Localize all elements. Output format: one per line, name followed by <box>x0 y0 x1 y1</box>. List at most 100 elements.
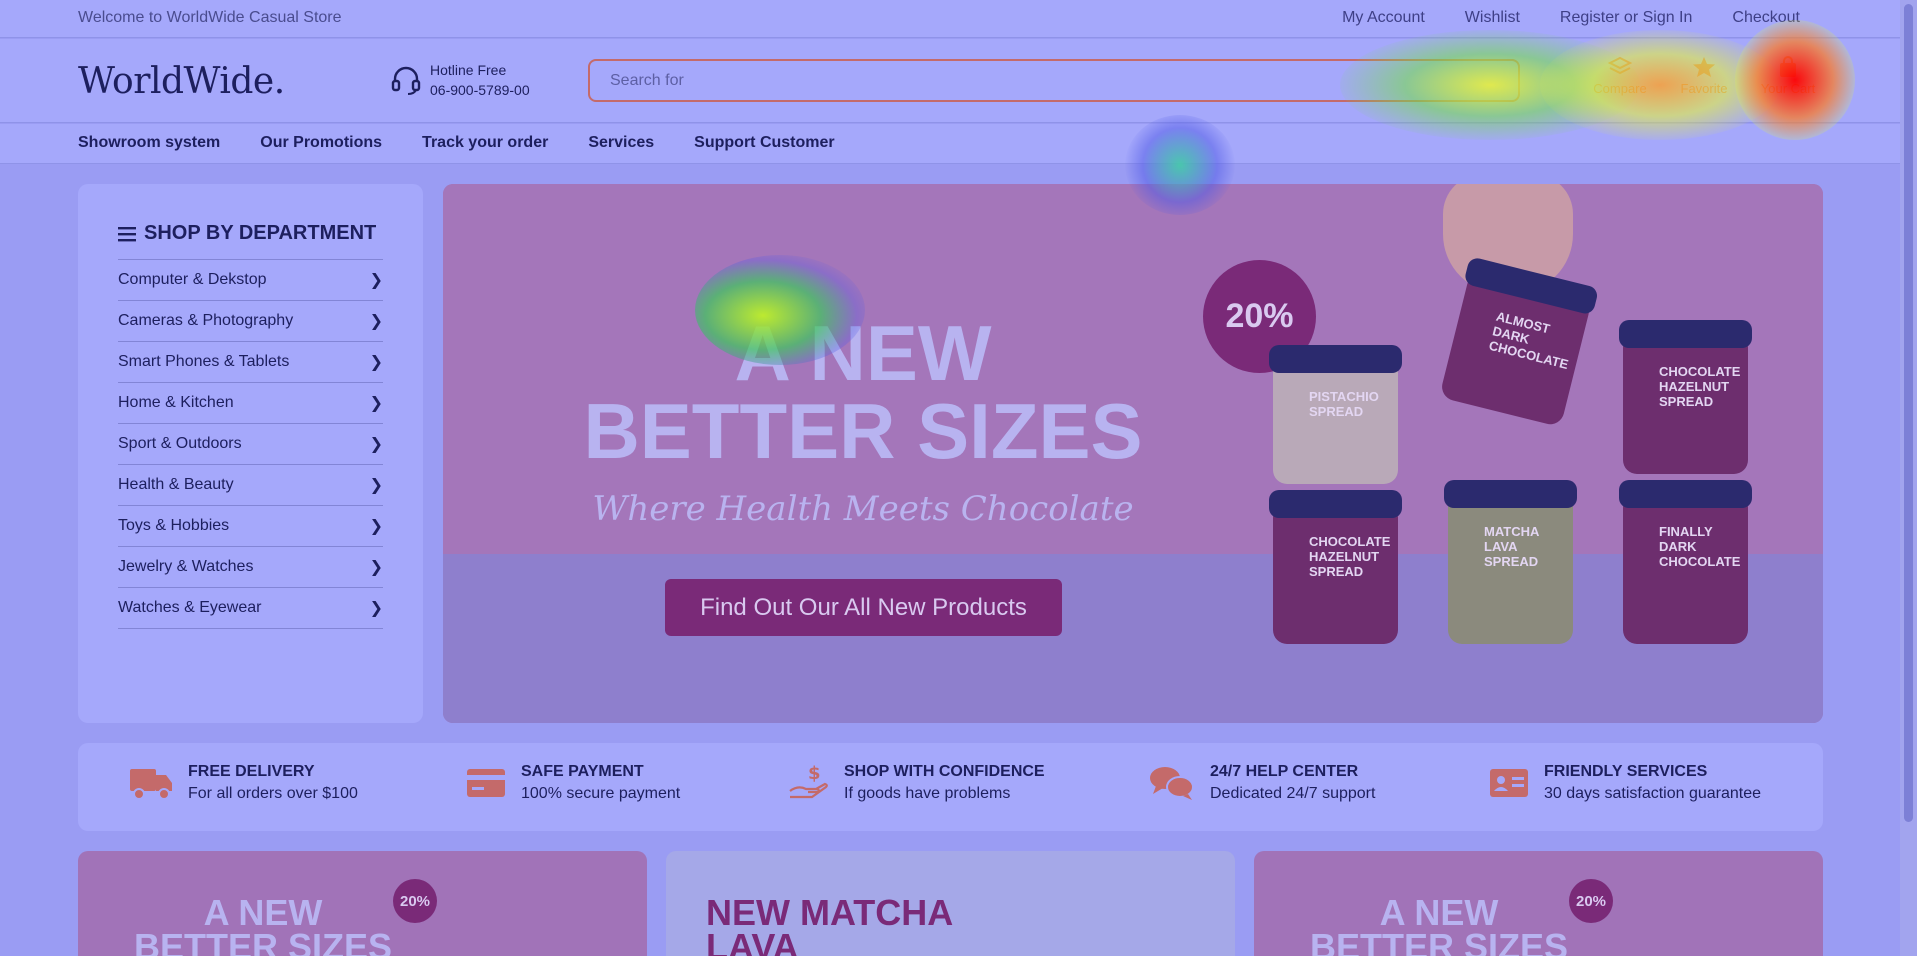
department-item-label: Home & Kitchen <box>118 394 234 411</box>
bag-icon <box>1780 56 1796 77</box>
department-title-text: SHOP BY DEPARTMENT <box>144 222 377 244</box>
department-item-label: Computer & Dekstop <box>118 271 267 288</box>
feature-item: SAFE PAYMENT 100% secure payment <box>465 763 680 803</box>
scrollbar-thumb[interactable] <box>1904 4 1913 822</box>
department-item-label: Toys & Hobbies <box>118 517 230 534</box>
department-item-label: Watches & Eyewear <box>118 599 262 616</box>
promo-badge: 20% <box>393 879 437 923</box>
star-icon <box>1693 57 1715 77</box>
logo[interactable]: WorldWide. <box>78 61 285 102</box>
nav-item-promotions[interactable]: Our Promotions <box>260 134 382 152</box>
promo-badge: 20% <box>1569 879 1613 923</box>
feature-desc: If goods have problems <box>844 785 1011 802</box>
department-item[interactable]: Smart Phones & Tablets ❯ <box>118 342 383 383</box>
nav-item-services[interactable]: Services <box>588 134 654 152</box>
page-scrollbar[interactable] <box>1900 0 1917 956</box>
department-item-label: Cameras & Photography <box>118 312 294 329</box>
feature-desc: Dedicated 24/7 support <box>1210 785 1376 802</box>
feature-title: 24/7 HELP CENTER <box>1210 763 1359 780</box>
promo-headline: NEW MATCHALAVA SPREAD <box>706 892 954 956</box>
hotline-label: Hotline Free <box>430 62 507 78</box>
department-item-label: Sport & Outdoors <box>118 435 242 452</box>
product-jar: CHOCOLATE HAZELNUT SPREAD <box>1619 320 1752 474</box>
department-item[interactable]: Computer & Dekstop ❯ <box>118 260 383 301</box>
hero-table <box>443 554 1823 723</box>
feature-item: 24/7 HELP CENTER Dedicated 24/7 support <box>1148 763 1375 803</box>
chevron-right-icon: ❯ <box>369 559 383 576</box>
department-list: Computer & Dekstop ❯ Cameras & Photograph… <box>118 260 383 629</box>
my-account-link[interactable]: My Account <box>1342 9 1425 27</box>
feature-title: SHOP WITH CONFIDENCE <box>844 763 1045 780</box>
chevron-right-icon: ❯ <box>369 477 383 494</box>
top-links: My Account Wishlist Register or Sign In … <box>1342 9 1800 27</box>
product-jar: PISTACHIO SPREAD <box>1269 345 1402 484</box>
department-item[interactable]: Sport & Outdoors ❯ <box>118 424 383 465</box>
promo-headline: A NEW BETTER SIZES <box>1309 892 1569 956</box>
department-item-label: Health & Beauty <box>118 476 234 493</box>
top-bar: Welcome to WorldWide Casual Store My Acc… <box>0 0 1900 38</box>
department-item[interactable]: Cameras & Photography ❯ <box>118 301 383 342</box>
credit-card-icon <box>467 769 505 797</box>
chevron-right-icon: ❯ <box>369 395 383 412</box>
department-item[interactable]: Health & Beauty ❯ <box>118 465 383 506</box>
cart-label: Your Cart <box>1760 81 1816 96</box>
svg-text:$: $ <box>808 763 821 784</box>
feature-title: FRIENDLY SERVICES <box>1544 763 1708 780</box>
id-card-icon <box>1490 769 1528 797</box>
hero-banner[interactable]: A NEW BETTER SIZES Where Health Meets Cho… <box>443 184 1823 723</box>
register-signin-link[interactable]: Register or Sign In <box>1560 9 1693 27</box>
feature-desc: For all orders over $100 <box>188 785 358 802</box>
promo-headline: A NEW BETTER SIZES <box>133 892 393 956</box>
headset-icon <box>391 66 421 95</box>
department-item[interactable]: Toys & Hobbies ❯ <box>118 506 383 547</box>
chevron-right-icon: ❯ <box>369 600 383 617</box>
chevron-right-icon: ❯ <box>369 518 383 535</box>
hotline-number[interactable]: 06-900-5789-00 <box>430 80 530 100</box>
chevron-right-icon: ❯ <box>369 354 383 371</box>
welcome-text: Welcome to WorldWide Casual Store <box>78 9 342 26</box>
hero-headline: A NEW BETTER SIZES <box>583 314 1143 470</box>
promo-card[interactable]: A NEW BETTER SIZES 20% <box>1254 851 1823 956</box>
favorite-button[interactable]: Favorite <box>1674 55 1734 96</box>
product-jar: CHOCOLATE HAZELNUT SPREAD <box>1269 490 1402 644</box>
chevron-right-icon: ❯ <box>369 313 383 330</box>
features-bar: FREE DELIVERY For all orders over $100 SA… <box>78 743 1823 831</box>
department-item[interactable]: Watches & Eyewear ❯ <box>118 588 383 629</box>
product-jar: MATCHA LAVA SPREAD <box>1444 480 1577 644</box>
department-item[interactable]: Home & Kitchen ❯ <box>118 383 383 424</box>
hotline: Hotline Free 06-900-5789-00 <box>390 60 530 100</box>
feature-item: FRIENDLY SERVICES 30 days satisfaction gu… <box>1488 763 1761 803</box>
hero-headline-line1: A NEW <box>734 309 992 397</box>
nav-item-support[interactable]: Support Customer <box>694 134 834 152</box>
main-nav: Showroom system Our Promotions Track you… <box>0 124 1900 164</box>
department-title: SHOP BY DEPARTMENT <box>118 222 383 260</box>
find-products-button[interactable]: Find Out Our All New Products <box>665 579 1062 636</box>
chat-bubbles-icon <box>1150 767 1194 800</box>
search-input[interactable] <box>590 61 1518 100</box>
truck-icon <box>130 769 172 800</box>
promo-card[interactable]: NEW MATCHALAVA SPREAD <box>666 851 1235 956</box>
feature-desc: 30 days satisfaction guarantee <box>1544 785 1762 802</box>
cart-button[interactable]: Your Cart <box>1758 55 1818 96</box>
compare-label: Compare <box>1593 81 1647 96</box>
compare-button[interactable]: Compare <box>1590 55 1650 96</box>
department-item[interactable]: Jewelry & Watches ❯ <box>118 547 383 588</box>
feature-item: FREE DELIVERY For all orders over $100 <box>128 763 358 803</box>
hero-subtitle: Where Health Meets Chocolate <box>592 489 1134 529</box>
layers-icon <box>1607 56 1633 75</box>
product-jar: FINALLY DARK CHOCOLATE <box>1619 480 1752 644</box>
hero-headline-line2: BETTER SIZES <box>583 387 1143 475</box>
favorite-label: Favorite <box>1680 81 1728 96</box>
nav-item-track-order[interactable]: Track your order <box>422 134 548 152</box>
department-item-label: Smart Phones & Tablets <box>118 353 290 370</box>
hand-dollar-icon: $ <box>789 763 828 799</box>
feature-item: $ SHOP WITH CONFIDENCE If goods have prob… <box>788 763 1045 803</box>
search-box <box>588 59 1520 102</box>
wishlist-link[interactable]: Wishlist <box>1465 9 1520 27</box>
chevron-right-icon: ❯ <box>369 436 383 453</box>
chevron-right-icon: ❯ <box>369 272 383 289</box>
menu-icon <box>118 226 136 241</box>
nav-item-showroom[interactable]: Showroom system <box>78 134 220 152</box>
checkout-link[interactable]: Checkout <box>1732 9 1800 27</box>
promo-card[interactable]: A NEW BETTER SIZES 20% <box>78 851 647 956</box>
